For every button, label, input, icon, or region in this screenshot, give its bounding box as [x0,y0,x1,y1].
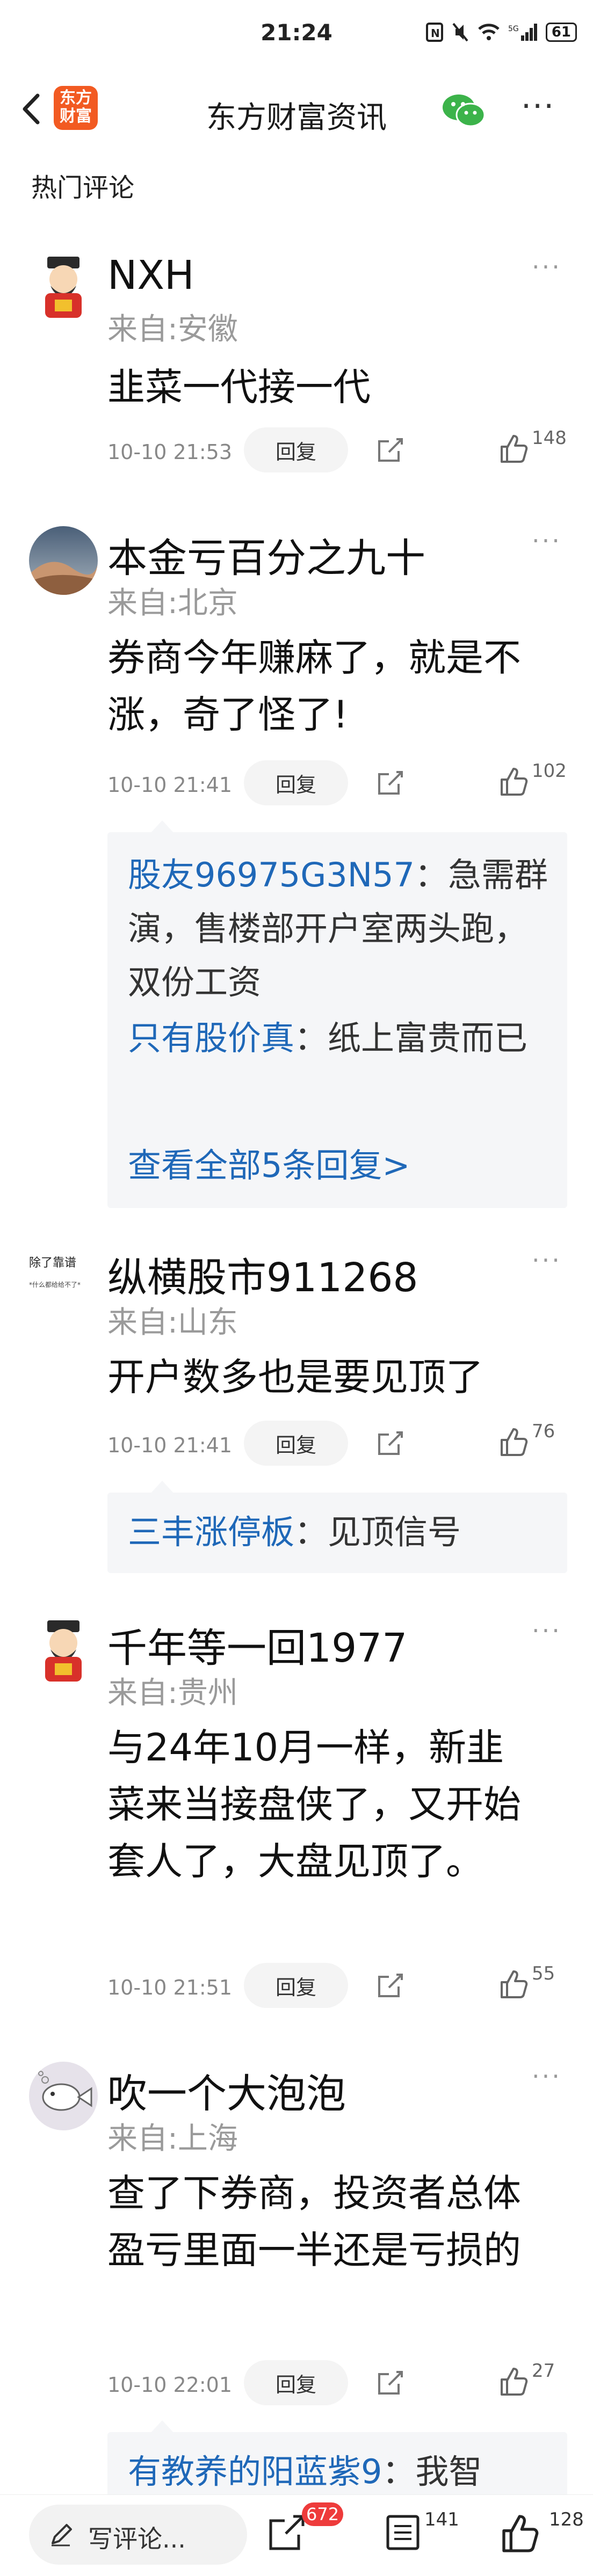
reply-item[interactable]: 三丰涨停板：见顶信号 [128,1505,552,1559]
comment-username[interactable]: 千年等一回1977 [107,1616,407,1673]
hot-comments-heading: 热门评论 [31,173,135,203]
comment-time: 10-10 22:01 [107,2373,233,2397]
comment-more-button[interactable]: ··· [532,1616,562,1645]
view-all-replies-link[interactable]: 查看全部5条回复> [128,1138,410,1187]
thumb-up-icon[interactable] [498,2366,531,2398]
wechat-share-icon[interactable] [439,89,488,132]
comment-more-button[interactable]: ··· [532,2062,562,2091]
comment-text: 查了下券商，投资者总体盈亏里面一半还是亏损的 [107,2171,521,2272]
avatar[interactable] [29,252,98,321]
like-count: 128 [549,2509,584,2530]
like-count: 55 [532,1963,555,1984]
comment-location: 来自:上海 [107,2121,238,2156]
god-of-wealth-avatar-icon [29,1616,98,1685]
reply-button[interactable]: 回复 [244,2360,348,2405]
signal-icon: 5G [508,24,537,41]
comment-text: 与24年10月一样，新韭菜来当接盘侠了，又开始套人了，大盘见顶了。 [107,1726,521,1883]
comment-time: 10-10 21:41 [107,1433,233,1457]
comment-text: 券商今年赚麻了，就是不涨，奇了怪了! [107,636,521,737]
battery-indicator: 61 [545,23,577,42]
status-bar: 21:24 N 5G 61 [0,0,593,70]
list-icon[interactable] [382,2512,423,2553]
reply-item[interactable]: 只有股价真：纸上富贵而已 [128,1012,552,1065]
reply-button[interactable]: 回复 [244,427,348,472]
share-icon[interactable] [375,2368,405,2398]
write-comment-placeholder: 写评论... [88,2524,186,2553]
god-of-wealth-avatar-icon [29,252,98,321]
thumb-up-icon[interactable] [498,766,531,798]
wifi-icon [478,24,500,40]
list-count: 141 [424,2509,459,2530]
reply-item[interactable]: 股友96975G3N57：急需群演，售楼部开户室两头跑，双份工资 [128,848,552,1009]
more-menu-button[interactable]: ··· [521,90,555,122]
thumb-up-icon[interactable] [498,1968,531,2000]
reply-username[interactable]: 三丰涨停板 [128,1512,294,1552]
comment-location: 来自:北京 [107,586,238,621]
comment-text: 韭菜一代接一代 [107,365,371,409]
comment-more-button[interactable]: ··· [532,526,562,555]
avatar-subtext: *什么都给给不了* [29,1281,81,1289]
nfc-icon: N [425,23,443,42]
comment-username[interactable]: 本金亏百分之九十 [107,526,425,584]
reply-thread: 股友96975G3N57：急需群演，售楼部开户室两头跑，双份工资 只有股价真：纸… [107,820,567,1208]
system-icons: N 5G 61 [425,21,577,43]
reply-button[interactable]: 回复 [244,1963,348,2008]
svg-text:5G: 5G [508,25,519,33]
reply-username[interactable]: 只有股价真 [128,1018,294,1058]
comment-time: 10-10 21:51 [107,1976,233,1999]
reply-thread-pointer [150,820,174,833]
desert-landscape-avatar-icon [29,526,98,595]
comment-location: 来自:山东 [107,1305,238,1340]
comment-location: 来自:贵州 [107,1676,238,1711]
write-comment-input[interactable]: 写评论... [29,2505,247,2565]
comment-text: 开户数多也是要见顶了 [107,1355,483,1399]
comment-share-icon[interactable] [266,2512,307,2553]
reply-username[interactable]: 有教养的阳蓝紫9 [128,2452,382,2491]
reply-thread-pointer [150,2420,174,2433]
share-icon[interactable] [375,1428,405,1458]
avatar[interactable]: 除了靠谱 *什么都给给不了* [29,1246,98,1314]
reply-thread: 三丰涨停板：见顶信号 [107,1481,567,1573]
reply-button[interactable]: 回复 [244,760,348,805]
thumb-up-icon[interactable] [498,1426,531,1458]
page-title: 东方财富资讯 [206,100,387,135]
reply-thread-pointer [150,1481,174,1494]
reply-content: ：我智 [382,2452,482,2491]
comment-username[interactable]: NXH [107,252,194,299]
pen-icon [52,2524,72,2546]
bottom-action-bar: 写评论... 672 141 128 [0,2494,593,2576]
svg-text:N: N [431,27,440,40]
avatar-text: 除了靠谱 [29,1256,77,1270]
share-icon[interactable] [375,1970,405,2000]
comment-username[interactable]: 吹一个大泡泡 [107,2062,346,2119]
reply-username[interactable]: 股友96975G3N57 [128,855,415,894]
comment-time: 10-10 21:41 [107,773,233,797]
reply-button[interactable]: 回复 [244,1421,348,1466]
like-count: 102 [532,760,567,782]
like-count: 27 [532,2360,555,2382]
share-icon[interactable] [375,768,405,798]
comment-more-button[interactable]: ··· [532,1246,562,1275]
share-icon[interactable] [375,435,405,465]
avatar[interactable] [29,2062,98,2130]
like-count: 76 [532,1421,555,1442]
thumb-up-icon[interactable] [498,433,531,465]
comment-time: 10-10 21:53 [107,440,233,464]
thumb-up-icon[interactable] [500,2512,543,2555]
mute-icon [452,23,468,42]
comment-more-button[interactable]: ··· [532,252,562,281]
reply-item[interactable]: 有教养的阳蓝紫9：我智 [128,2445,552,2499]
comment-username[interactable]: 纵横股市911268 [107,1246,418,1303]
comment-location: 来自:安徽 [107,312,238,347]
reply-content: ：见顶信号 [294,1512,461,1552]
reply-content: ：纸上富贵而已 [294,1018,528,1058]
fish-sketch-avatar-icon [29,2062,98,2130]
nav-bar: 东方 财富 东方财富资讯 ··· [0,70,593,150]
comment-count-badge: 672 [302,2502,344,2526]
avatar[interactable] [29,526,98,595]
avatar[interactable] [29,1616,98,1685]
like-count: 148 [532,427,567,449]
